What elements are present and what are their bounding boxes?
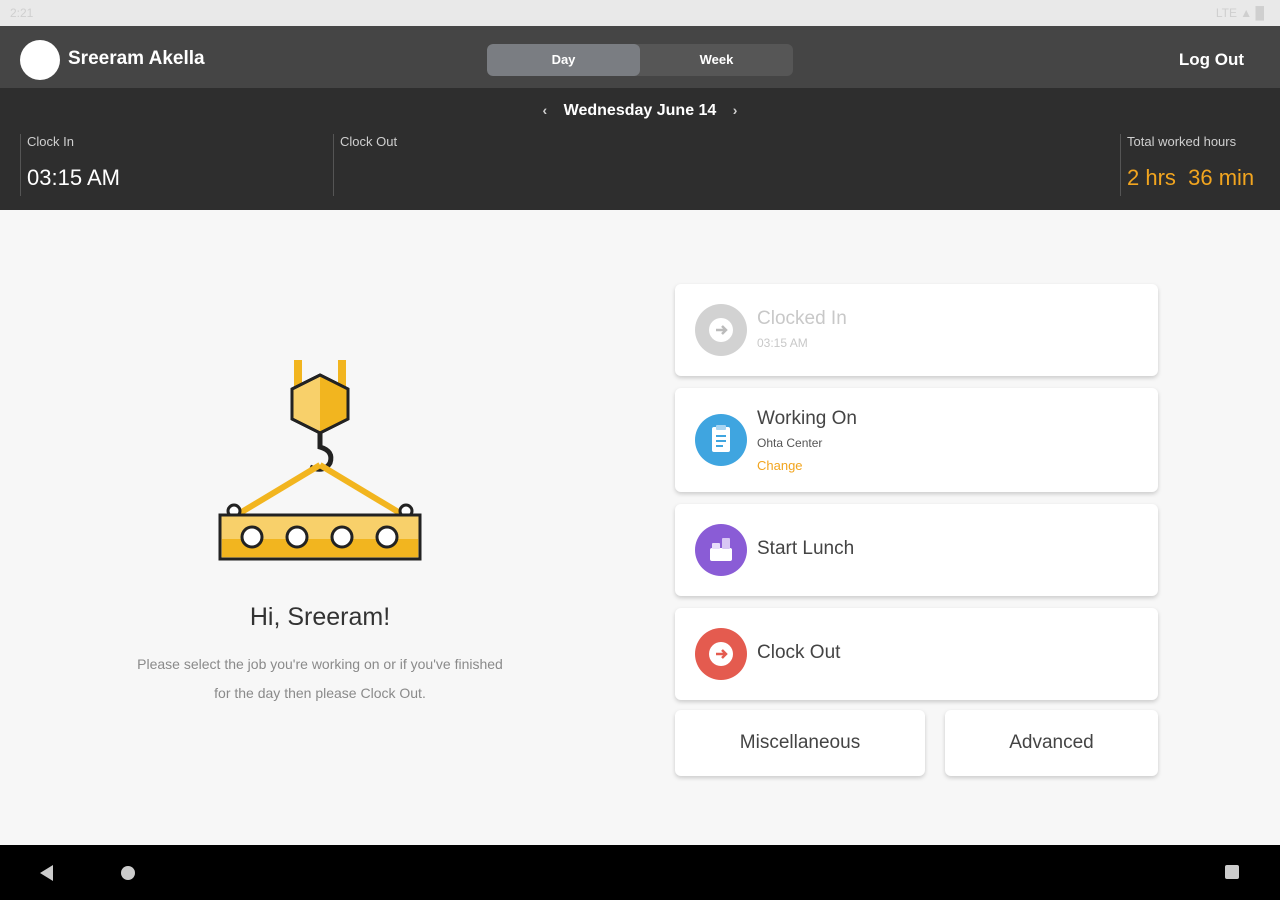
system-nav-bar [0, 845, 1280, 900]
instruction-line-1: Please select the job you're working on … [137, 656, 503, 672]
arrow-right-icon [695, 304, 747, 356]
main-content: Hi, Sreeram! Please select the job you'r… [0, 210, 1280, 845]
back-icon[interactable] [40, 865, 53, 881]
clocked-in-card: Clocked In 03:15 AM [675, 284, 1158, 376]
home-icon[interactable] [121, 866, 135, 880]
clock-in-column: Clock In 03:15 AM [20, 134, 334, 196]
clock-out-icon [695, 628, 747, 680]
view-toggle: Day Week [487, 44, 793, 76]
tab-week[interactable]: Week [640, 44, 793, 76]
status-bar: 2:21 LTE ▲ █ [0, 0, 1280, 26]
top-bar: Sreeram Akella Day Week Log Out [0, 26, 1280, 88]
total-hours-value: 2 hrs 36 min [1127, 165, 1255, 190]
job-name: Ohta Center [757, 436, 823, 450]
miscellaneous-button[interactable]: Miscellaneous [675, 710, 925, 776]
working-on-title: Working On [757, 408, 857, 429]
chevron-left-icon[interactable]: ‹ [543, 102, 548, 118]
start-lunch-title: Start Lunch [757, 538, 855, 559]
change-job-link[interactable]: Change [757, 458, 803, 473]
tab-day[interactable]: Day [487, 44, 640, 76]
time-summary: ‹ Wednesday June 14 › Clock In 03:15 AM … [0, 88, 1280, 210]
greeting-instructions: Please select the job you're working on … [100, 650, 540, 708]
greeting-title: Hi, Sreeram! [249, 603, 391, 631]
status-time: 2:21 [10, 6, 34, 20]
clipboard-icon [695, 414, 747, 466]
start-lunch-card[interactable]: Start Lunch [675, 504, 1158, 596]
clocked-in-title: Clocked In [757, 308, 847, 329]
avatar[interactable] [20, 40, 60, 80]
logout-button[interactable]: Log Out [1179, 50, 1244, 70]
crane-hook-icon [218, 360, 422, 561]
status-signal: LTE ▲ █ [1215, 6, 1264, 20]
recent-apps-icon[interactable] [1225, 865, 1239, 879]
clock-out-card[interactable]: Clock Out [675, 608, 1158, 700]
clock-out-label: Clock Out [340, 134, 398, 149]
chevron-right-icon[interactable]: › [733, 102, 738, 118]
instruction-line-2: for the day then please Clock Out. [214, 685, 426, 701]
working-on-card[interactable]: Working On Ohta Center Change [675, 388, 1158, 492]
total-hours-column: Total worked hours 2 hrs 36 min [1120, 134, 1260, 196]
clocked-in-time: 03:15 AM [757, 336, 808, 350]
clock-in-label: Clock In [27, 134, 74, 149]
clock-in-value: 03:15 AM [27, 165, 120, 190]
user-name: Sreeram Akella [68, 48, 205, 69]
advanced-button[interactable]: Advanced [945, 710, 1158, 776]
current-date: Wednesday June 14 [563, 102, 717, 119]
lunch-icon [695, 524, 747, 576]
clock-out-column: Clock Out [333, 134, 633, 196]
clock-out-title: Clock Out [757, 642, 841, 663]
total-hours-label: Total worked hours [1127, 134, 1237, 149]
date-nav: ‹ Wednesday June 14 › [0, 102, 1280, 120]
